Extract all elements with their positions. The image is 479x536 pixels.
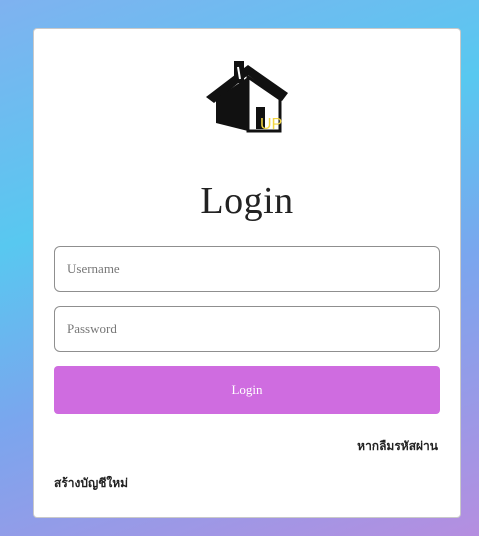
login-card: UP Login Login หากลืมรหัสผ่าน สร้างบัญชี…	[33, 28, 461, 518]
username-input[interactable]	[54, 246, 440, 292]
logo-text: UP	[260, 116, 282, 133]
house-icon: UP	[206, 61, 288, 133]
page-title: Login	[200, 180, 294, 222]
house-logo-icon: UP	[204, 57, 290, 137]
create-account-link[interactable]: สร้างบัญชีใหม่	[54, 474, 128, 493]
login-button[interactable]: Login	[54, 366, 440, 414]
forgot-password-link[interactable]: หากลืมรหัสผ่าน	[357, 437, 438, 456]
password-input[interactable]	[54, 306, 440, 352]
